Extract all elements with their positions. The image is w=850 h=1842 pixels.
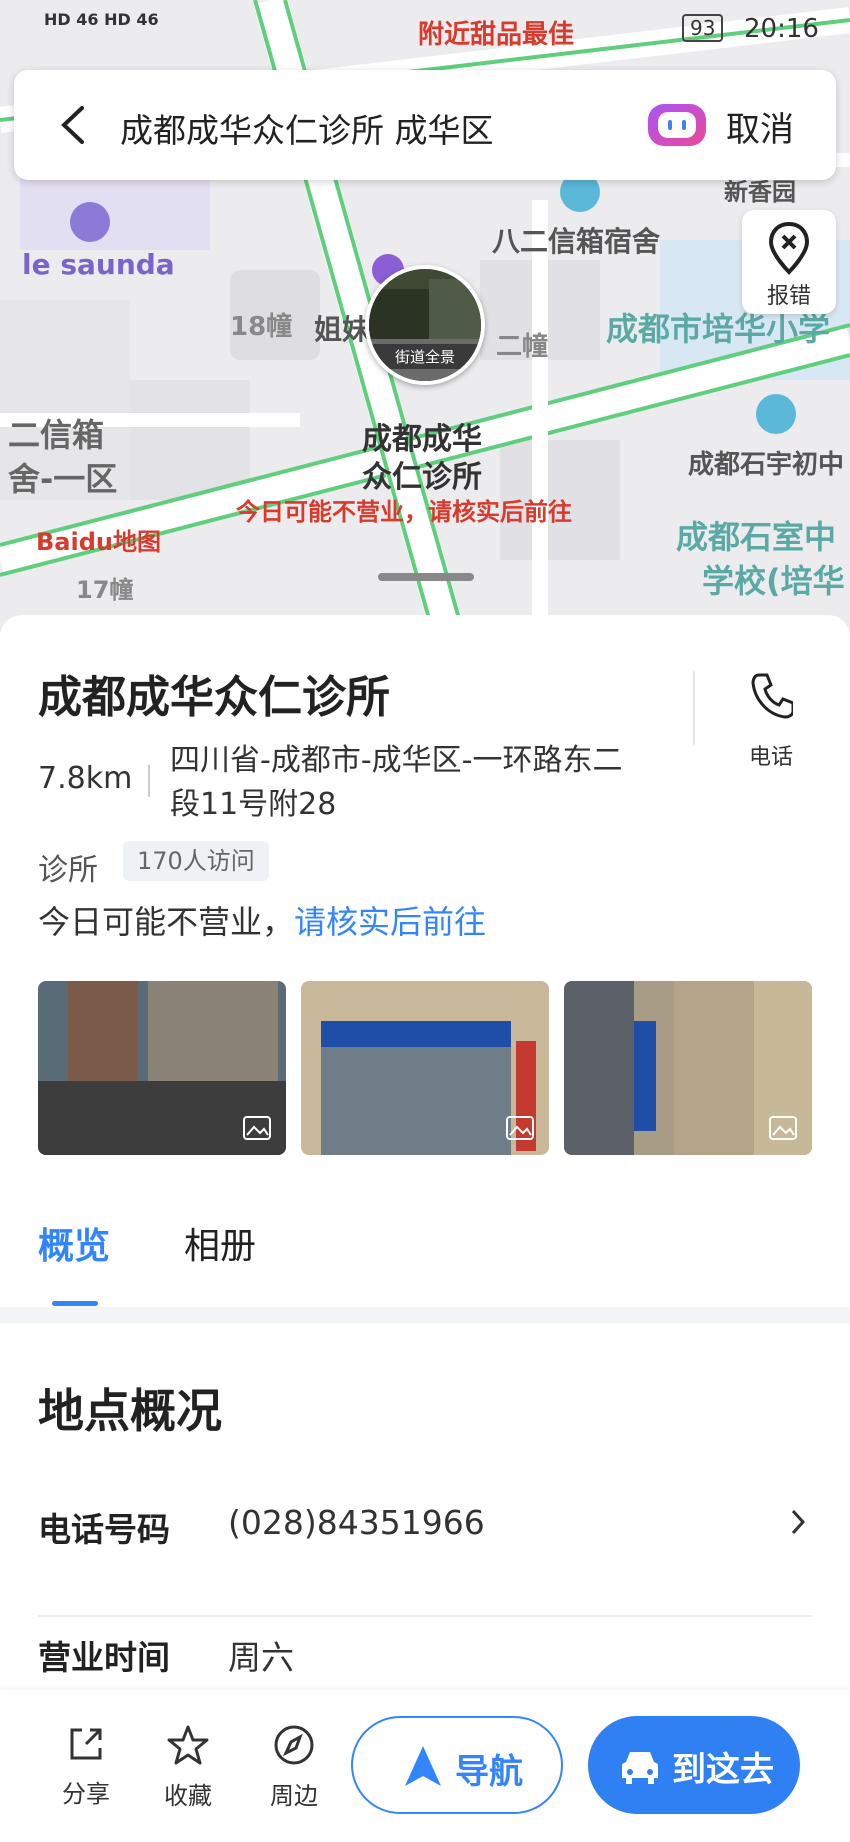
share-icon xyxy=(70,1728,102,1760)
photo-icon xyxy=(506,1116,534,1140)
hours-label: 营业时间 xyxy=(38,1638,170,1677)
tab-bar: 概览 相册 xyxy=(0,1193,850,1293)
call-button-label: 电话 xyxy=(748,745,793,770)
favorite-button[interactable]: 收藏 xyxy=(148,1724,228,1811)
share-label: 分享 xyxy=(62,1780,110,1808)
favorite-label: 收藏 xyxy=(164,1782,212,1810)
map-label-erchuang: 二幢 xyxy=(496,332,549,362)
compass-icon xyxy=(274,1725,314,1765)
app-root: HD 46 HD 46 附近甜品最佳 93 20:16 le saunda 八二… xyxy=(0,0,850,1842)
poi-notice: 今日可能不营业，请核实后前往 xyxy=(236,498,572,526)
map-label-shishi1: 成都石室中 xyxy=(676,518,837,556)
search-bar: 成都成华众仁诊所 成华区 取消 xyxy=(14,70,836,180)
phone-number[interactable]: (028)84351966 xyxy=(228,1503,485,1542)
category: 诊所 xyxy=(38,853,98,888)
search-query[interactable]: 成都成华众仁诊所 成华区 xyxy=(120,104,494,152)
chevron-right-icon[interactable] xyxy=(788,1507,808,1537)
promo-text[interactable]: 附近甜品最佳 xyxy=(418,14,574,51)
verify-link[interactable]: 请核实后前往 xyxy=(294,903,486,941)
navigate-button[interactable]: 导航 xyxy=(351,1716,563,1814)
map-label-left-box1: 二信箱 xyxy=(8,416,105,454)
drag-handle[interactable] xyxy=(378,573,474,581)
photo-thumbnail[interactable] xyxy=(564,981,812,1155)
battery-level: 93 xyxy=(682,14,724,42)
map-label-shishi2: 学校(培华 xyxy=(702,562,845,600)
voice-assistant-icon[interactable] xyxy=(646,100,708,150)
poi-name-line2[interactable]: 众仁诊所 xyxy=(362,452,482,496)
go-here-button[interactable]: 到这去 xyxy=(588,1716,800,1814)
section-title: 地点概况 xyxy=(38,1384,222,1438)
photo-thumbnail[interactable] xyxy=(301,981,549,1155)
signal-indicator: HD 46 HD 46 xyxy=(44,10,159,29)
navigate-label: 导航 xyxy=(455,1752,523,1792)
place-name: 成都成华众仁诊所 xyxy=(38,672,390,723)
car-icon xyxy=(622,1752,658,1784)
closure-notice: 今日可能不营业，请核实后前往 xyxy=(38,897,486,943)
section-divider xyxy=(0,1307,850,1323)
streetview-thumbnail[interactable]: 街道全景 xyxy=(365,265,485,385)
address[interactable]: 四川省-成都市-成华区-一环路东二段11号附28 xyxy=(170,739,640,827)
cancel-button[interactable]: 取消 xyxy=(726,102,794,151)
distance: 7.8km xyxy=(38,761,133,796)
navigation-arrow-icon xyxy=(405,1746,441,1786)
nearby-label: 周边 xyxy=(270,1782,318,1810)
row-divider xyxy=(38,1615,812,1617)
status-bar: HD 46 HD 46 附近甜品最佳 93 20:16 xyxy=(0,0,850,60)
hours-value: 周六 xyxy=(228,1638,294,1677)
map-label-shiyu: 成都石宇初中 xyxy=(688,450,845,480)
photo-icon xyxy=(243,1116,271,1140)
map-label-bld17: 17幢 xyxy=(76,576,134,604)
back-arrow-icon[interactable] xyxy=(52,100,92,150)
map-label-jie: 姐妹 xyxy=(314,313,371,346)
visits-badge: 170人访问 xyxy=(123,841,269,881)
notice-text: 今日可能不营业， xyxy=(38,903,295,941)
status-time: 20:16 xyxy=(744,14,819,44)
map-label-le-saunda: le saunda xyxy=(22,248,175,281)
place-detail-card: 成都成华众仁诊所 电话 7.8km 四川省-成都市-成华区-一环路东二段11号附… xyxy=(0,615,850,1842)
photo-icon xyxy=(769,1116,797,1140)
star-icon xyxy=(167,1725,209,1765)
bottom-action-bar: 分享 收藏 周边 导航 到这去 xyxy=(0,1690,850,1842)
report-error-button[interactable]: 报错 xyxy=(742,210,836,314)
active-tab-indicator xyxy=(52,1301,98,1306)
tab-overview[interactable]: 概览 xyxy=(38,1217,110,1269)
go-here-label: 到这去 xyxy=(672,1750,774,1790)
phone-icon xyxy=(751,673,793,719)
report-error-label: 报错 xyxy=(766,284,811,309)
map-label-left-box2: 舍-一区 xyxy=(8,460,118,498)
location-pin-icon xyxy=(768,221,810,275)
tab-album[interactable]: 相册 xyxy=(184,1217,256,1269)
divider xyxy=(693,671,695,745)
share-button[interactable]: 分享 xyxy=(46,1724,126,1809)
nearby-button[interactable]: 周边 xyxy=(254,1724,334,1811)
call-button[interactable]: 电话 xyxy=(726,669,816,770)
phone-label: 电话号码 xyxy=(38,1510,170,1549)
divider xyxy=(148,765,150,797)
streetview-label: 街道全景 xyxy=(369,344,481,369)
map-label-bajer: 八二信箱宿舍 xyxy=(492,225,661,258)
baidu-map-logo: Baidu地图 xyxy=(36,528,161,556)
photo-thumbnail[interactable] xyxy=(38,981,286,1155)
map-label-bld18: 18幢 xyxy=(230,312,293,342)
